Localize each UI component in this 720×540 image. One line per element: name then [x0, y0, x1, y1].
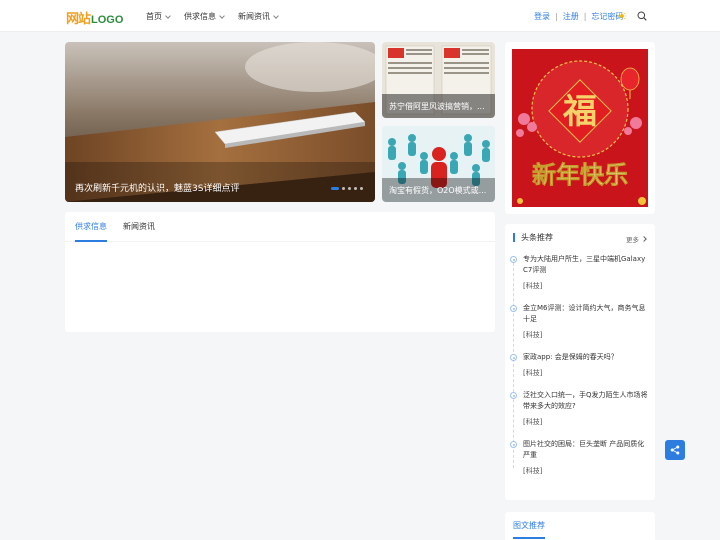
register-link[interactable]: 注册 — [563, 11, 579, 22]
list-item-tag[interactable]: [科技] — [523, 466, 648, 476]
content-tabs: 供求信息 新闻资讯 — [65, 212, 495, 242]
nav-home-label: 首页 — [146, 12, 162, 21]
list-item-tag[interactable]: [科技] — [523, 330, 648, 340]
list-item: 金立M6评测：设计简约大气，商务气息十足 [科技] — [510, 303, 648, 340]
share-icon — [670, 445, 680, 455]
slider-dot[interactable] — [360, 187, 363, 190]
banner-text: 新年快乐 — [532, 161, 628, 189]
list-item: 专为大陆用户所生，三星中端机Galaxy C7评测 [科技] — [510, 254, 648, 291]
site-logo[interactable]: 网站 LOGO — [66, 8, 124, 27]
image-recommend-panel: 图文推荐 — [505, 512, 655, 540]
auth-links: 登录 | 注册 | 忘记密码 — [534, 11, 623, 22]
slider-dots — [331, 187, 363, 190]
list-item: 家政app: 会是保姆的春天吗？ [科技] — [510, 352, 648, 378]
sidebar-banner[interactable]: 福 新年快乐 — [505, 42, 655, 214]
nav-home[interactable]: 首页 — [146, 11, 171, 22]
theme-toggle-sun-icon[interactable] — [618, 12, 626, 20]
chevron-down-icon — [273, 12, 279, 19]
chevron-down-icon — [165, 12, 171, 19]
slide-caption[interactable]: 再次刷新千元机的认识，魅蓝3S详细点评 — [75, 181, 239, 194]
thumb-card-2[interactable]: 淘宝有假货，O2O模式或... — [382, 126, 495, 202]
hot-recommend-list: 专为大陆用户所生，三星中端机Galaxy C7评测 [科技] 金立M6评测：设计… — [510, 254, 648, 488]
tab-news[interactable]: 新闻资讯 — [123, 212, 155, 242]
hot-recommend-panel: 头条推荐 更多 专为大陆用户所生，三星中端机Galaxy C7评测 [科技] 金… — [505, 224, 655, 500]
nav-supply[interactable]: 供求信息 — [184, 11, 225, 22]
logo-text-en: LOGO — [91, 14, 124, 26]
site-header: 网站 LOGO 首页 供求信息 新闻资讯 登录 | 注册 | 忘记密码 — [0, 0, 720, 32]
slider-dot[interactable] — [354, 187, 357, 190]
tab-supply[interactable]: 供求信息 — [75, 212, 107, 242]
timeline-dot-icon — [510, 441, 517, 448]
nav-news-label: 新闻资讯 — [238, 12, 270, 21]
list-item-tag[interactable]: [科技] — [523, 281, 648, 291]
slider-dot[interactable] — [348, 187, 351, 190]
slide-image — [65, 42, 375, 202]
more-link[interactable]: 更多 — [626, 234, 647, 244]
banner-fu-char: 福 — [562, 92, 597, 132]
logo-text-cn: 网站 — [66, 12, 91, 27]
main-slider[interactable]: 再次刷新千元机的认识，魅蓝3S详细点评 — [65, 42, 375, 202]
chevron-right-icon — [641, 236, 647, 242]
list-item-tag[interactable]: [科技] — [523, 368, 648, 378]
login-link[interactable]: 登录 — [534, 11, 550, 22]
timeline-dot-icon — [510, 392, 517, 399]
list-item-title[interactable]: 图片社交的困局：巨头垄断 产品同质化严重 — [523, 439, 648, 461]
list-item-tag[interactable]: [科技] — [523, 417, 648, 427]
main-nav: 首页 供求信息 新闻资讯 — [146, 11, 279, 22]
tab-image-recommend[interactable]: 图文推荐 — [513, 520, 545, 539]
new-year-banner-image: 福 新年快乐 — [512, 49, 648, 207]
list-item-title[interactable]: 家政app: 会是保姆的春天吗？ — [523, 352, 648, 363]
chevron-down-icon — [219, 12, 225, 19]
hot-recommend-title: 头条推荐 — [513, 233, 553, 242]
share-button[interactable] — [665, 440, 685, 460]
slider-dot[interactable] — [342, 187, 345, 190]
search-icon[interactable] — [637, 11, 647, 21]
auth-separator: | — [555, 12, 558, 21]
slider-dot-active[interactable] — [331, 187, 339, 190]
thumb-card-1[interactable]: 苏宁借阿里风波搞营销，... — [382, 42, 495, 118]
timeline-dot-icon — [510, 256, 517, 263]
list-item-title[interactable]: 泛社交入口统一，手Q发力陌生人市场将带来多大的效应? — [523, 390, 648, 412]
list-item-title[interactable]: 专为大陆用户所生，三星中端机Galaxy C7评测 — [523, 254, 648, 276]
list-item-title[interactable]: 金立M6评测：设计简约大气，商务气息十足 — [523, 303, 648, 325]
nav-supply-label: 供求信息 — [184, 12, 216, 21]
thumb-caption-1: 苏宁借阿里风波搞营销，... — [389, 102, 485, 111]
auth-separator: | — [583, 12, 587, 21]
thumb-caption-2: 淘宝有假货，O2O模式或... — [389, 186, 487, 195]
content-tabs-panel: 供求信息 新闻资讯 — [65, 212, 495, 332]
list-item: 图片社交的困局：巨头垄断 产品同质化严重 [科技] — [510, 439, 648, 476]
more-label: 更多 — [626, 236, 639, 244]
nav-news[interactable]: 新闻资讯 — [238, 11, 279, 22]
timeline-dot-icon — [510, 305, 517, 312]
list-item: 泛社交入口统一，手Q发力陌生人市场将带来多大的效应? [科技] — [510, 390, 648, 427]
timeline-dot-icon — [510, 354, 517, 361]
